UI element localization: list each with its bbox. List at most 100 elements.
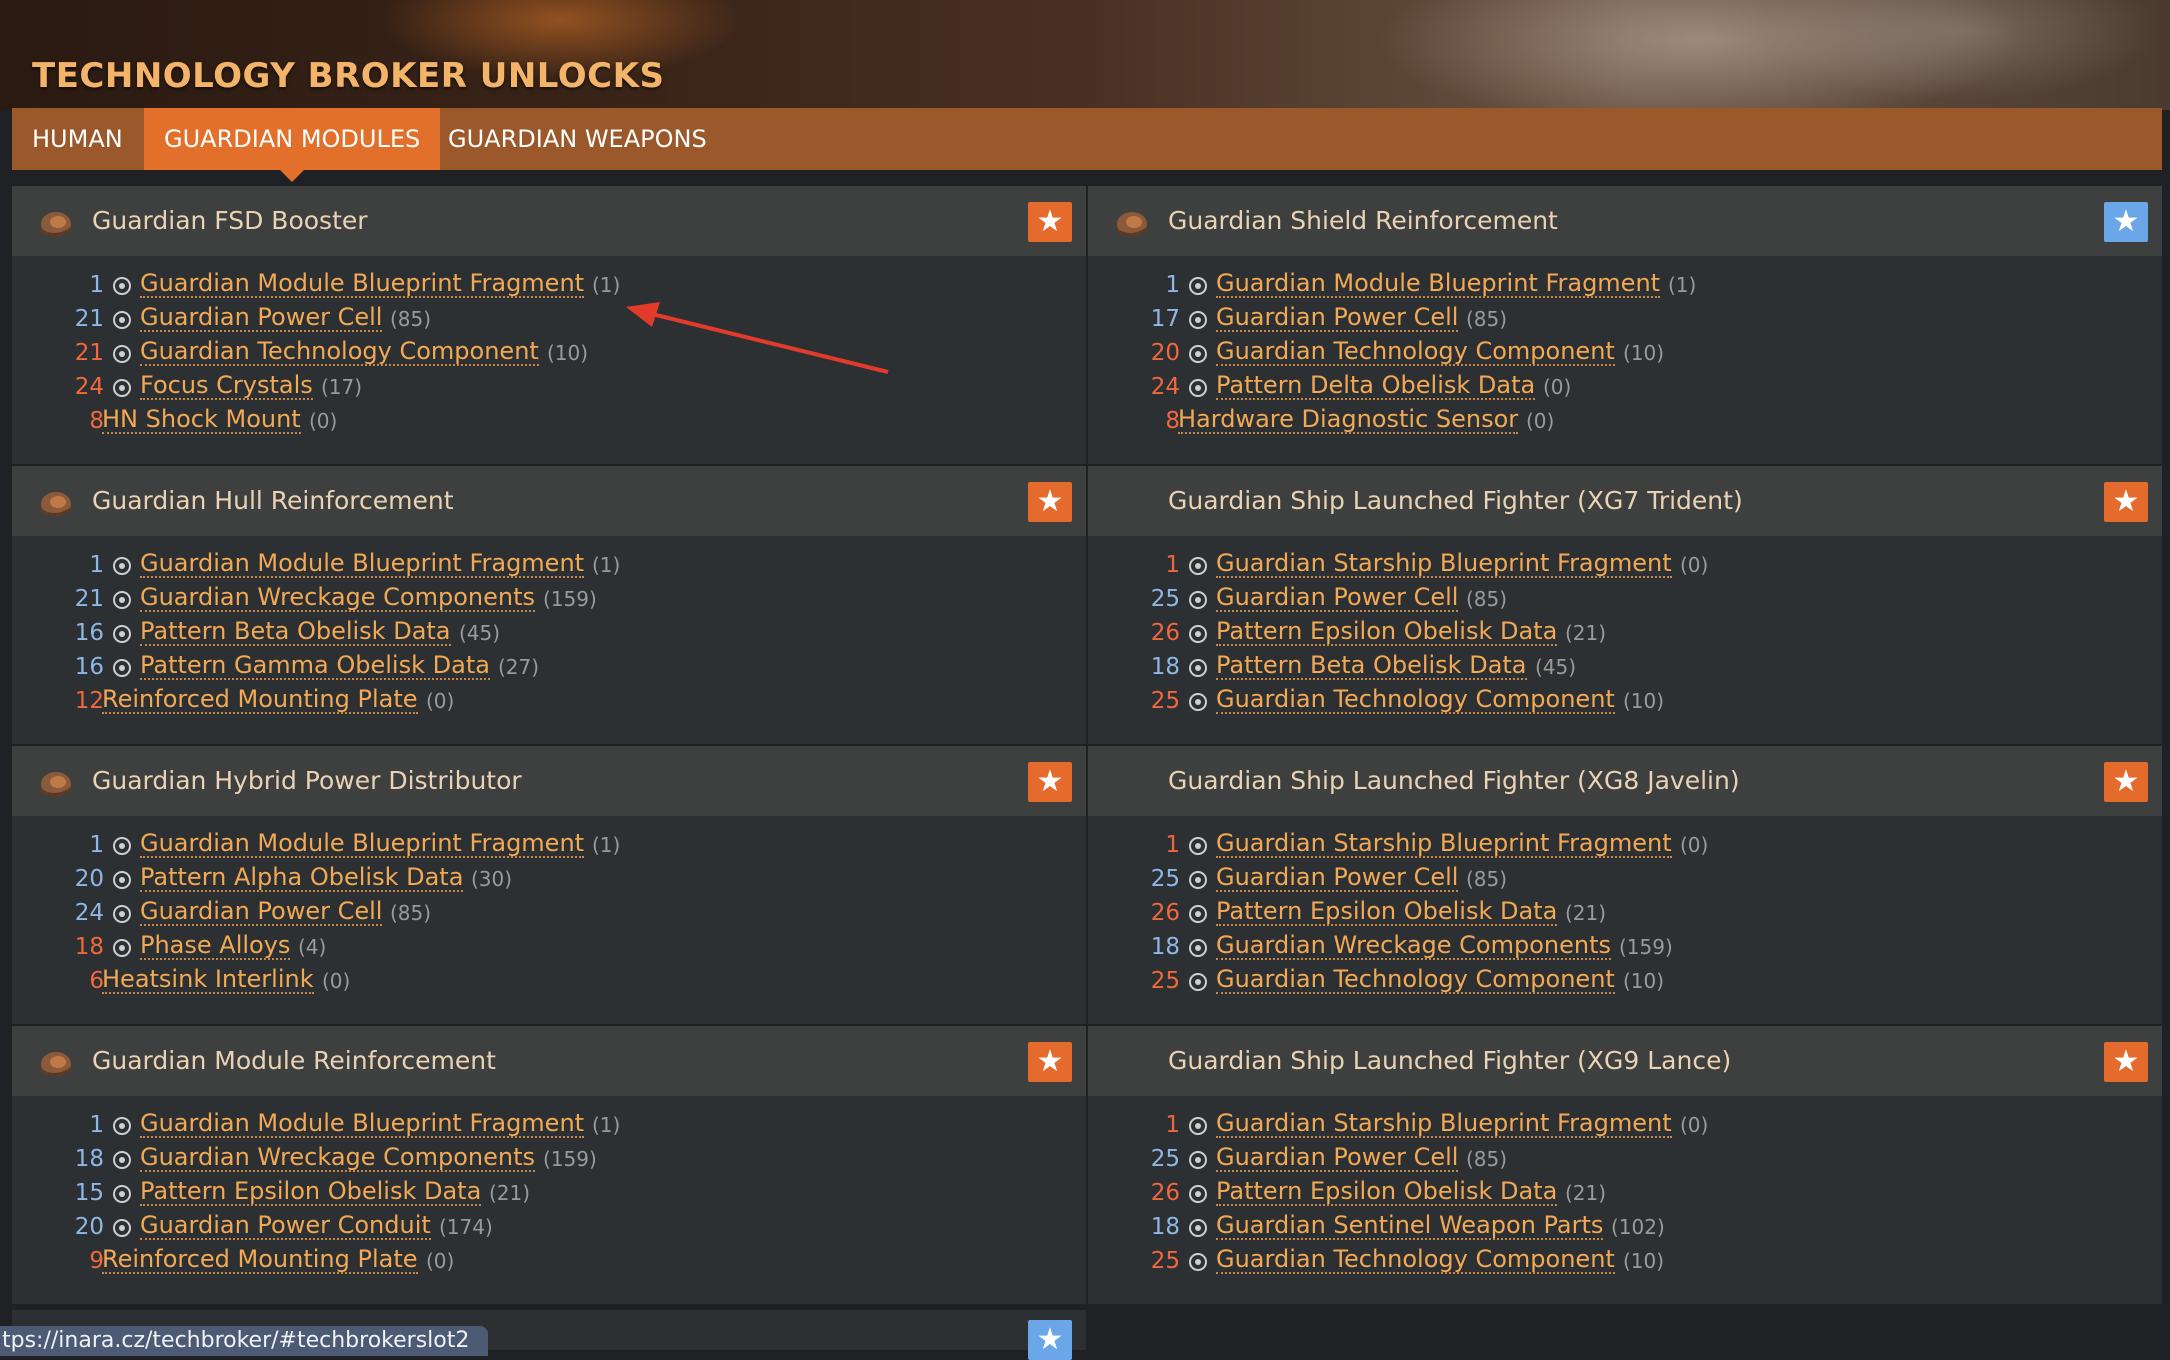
material-owned-count: (1): [592, 1113, 621, 1137]
material-name: Guardian Starship Blueprint Fragment: [1216, 829, 1672, 857]
material-link[interactable]: Pattern Epsilon Obelisk Data: [1216, 1178, 1558, 1206]
material-link[interactable]: Guardian Wreckage Components: [140, 1143, 536, 1172]
material-name: Pattern Epsilon Obelisk Data: [140, 1177, 482, 1205]
material-link[interactable]: Guardian Power Cell: [140, 897, 383, 926]
material-link[interactable]: Guardian Module Blueprint Fragment: [140, 1110, 585, 1138]
material-link[interactable]: Guardian Starship Blueprint Fragment: [1216, 1110, 1672, 1138]
material-link[interactable]: Pattern Beta Obelisk Data: [140, 618, 451, 646]
material-name: Guardian Power Cell: [140, 897, 383, 925]
material-quantity: 8: [89, 408, 104, 434]
obelisk-data-icon: [113, 871, 131, 889]
material-link[interactable]: Guardian Wreckage Components: [140, 584, 536, 612]
material-link[interactable]: Guardian Starship Blueprint Fragment: [1216, 550, 1672, 578]
material-quantity: 25: [1150, 968, 1180, 994]
material-quantity: 16: [74, 654, 104, 680]
material-link[interactable]: Reinforced Mounting Plate: [102, 686, 418, 714]
favorite-star-button[interactable]: ★: [2104, 482, 2148, 522]
material-quantity: 21: [74, 340, 104, 366]
material-link[interactable]: Guardian Module Blueprint Fragment: [140, 270, 585, 298]
tab-guardian-weapons[interactable]: GUARDIAN WEAPONS: [428, 108, 727, 170]
material-link[interactable]: Focus Crystals: [140, 372, 313, 400]
material-owned-count: (4): [298, 935, 327, 959]
favorite-star-button[interactable]: ★: [1028, 482, 1072, 522]
material-quantity: 9: [89, 1248, 104, 1274]
material-quantity: 20: [74, 1214, 104, 1240]
guardian-cell-icon: [1189, 311, 1207, 329]
favorite-star-button[interactable]: ★: [2104, 762, 2148, 802]
favorite-star-button[interactable]: ★: [1028, 1042, 1072, 1082]
material-name: Guardian Power Cell: [1216, 1143, 1459, 1171]
material-link[interactable]: Guardian Module Blueprint Fragment: [1216, 270, 1661, 298]
material-link[interactable]: Guardian Starship Blueprint Fragment: [1216, 830, 1672, 858]
material-link[interactable]: Guardian Sentinel Weapon Parts: [1216, 1212, 1604, 1240]
material-quantity: 25: [1150, 586, 1180, 612]
guardian-fragment-icon: [113, 1117, 131, 1135]
material-link[interactable]: Hardware Diagnostic Sensor: [1178, 405, 1519, 434]
obelisk-data-icon: [113, 1185, 131, 1203]
material-link[interactable]: Guardian Power Cell: [140, 304, 383, 332]
material-link[interactable]: Guardian Technology Component: [1216, 686, 1615, 714]
material-quantity: 24: [74, 374, 104, 400]
panel-header: Guardian Hull Reinforcement ★: [12, 466, 1086, 536]
material-name: Heatsink Interlink: [102, 965, 314, 993]
material-link[interactable]: Guardian Technology Component: [1216, 1246, 1615, 1274]
guardian-weapon-parts-icon: [1189, 1219, 1207, 1237]
panel-title: Guardian Hull Reinforcement: [92, 486, 454, 515]
material-quantity: 1: [89, 272, 104, 298]
obelisk-data-icon: [1189, 625, 1207, 643]
panel-header: Guardian Ship Launched Fighter (XG7 Trid…: [1088, 466, 2162, 536]
material-link[interactable]: Pattern Beta Obelisk Data: [1216, 652, 1527, 680]
material-link[interactable]: Guardian Technology Component: [140, 338, 539, 366]
favorite-star-button[interactable]: ★: [1028, 202, 1072, 242]
material-link[interactable]: Guardian Power Cell: [1216, 584, 1459, 612]
material-link[interactable]: Guardian Technology Component: [1216, 966, 1615, 994]
page-title: TECHNOLOGY BROKER UNLOCKS: [32, 56, 665, 96]
tab-human[interactable]: HUMAN: [12, 108, 143, 170]
material-link[interactable]: Guardian Technology Component: [1216, 338, 1615, 366]
material-name: Hardware Diagnostic Sensor: [1178, 405, 1519, 433]
guardian-fragment-icon: [113, 837, 131, 855]
material-name: Guardian Starship Blueprint Fragment: [1216, 549, 1672, 577]
material-link[interactable]: Guardian Module Blueprint Fragment: [140, 830, 585, 858]
material-link[interactable]: Guardian Power Cell: [1216, 1143, 1459, 1172]
material-link[interactable]: Guardian Power Conduit: [140, 1212, 431, 1240]
guardian-wreckage-icon: [113, 1151, 131, 1169]
material-owned-count: (174): [439, 1215, 493, 1239]
unlock-panel: Guardian Module Reinforcement ★ 1 Guardia…: [12, 1026, 1086, 1304]
material-link[interactable]: Pattern Gamma Obelisk Data: [140, 652, 490, 680]
material-quantity: 25: [1150, 1248, 1180, 1274]
material-link[interactable]: Phase Alloys: [140, 932, 291, 960]
material-quantity: 20: [74, 866, 104, 892]
material-link[interactable]: Guardian Wreckage Components: [1216, 932, 1612, 960]
guardian-wreckage-icon: [1189, 939, 1207, 957]
material-link[interactable]: Guardian Power Cell: [1216, 864, 1459, 892]
material-quantity: 1: [1165, 552, 1180, 578]
material-link[interactable]: Pattern Delta Obelisk Data: [1216, 372, 1536, 400]
material-owned-count: (0): [426, 1249, 455, 1273]
material-name: Guardian Wreckage Components: [140, 1143, 536, 1171]
material-name: Pattern Gamma Obelisk Data: [140, 651, 490, 679]
guardian-fragment-icon: [113, 557, 131, 575]
favorite-star-button[interactable]: ★: [2104, 1042, 2148, 1082]
material-link[interactable]: Pattern Epsilon Obelisk Data: [1216, 898, 1558, 926]
favorite-star-button[interactable]: ★: [1028, 1320, 1072, 1360]
favorite-star-button[interactable]: ★: [2104, 202, 2148, 242]
material-owned-count: (45): [1535, 655, 1577, 679]
material-link[interactable]: Pattern Epsilon Obelisk Data: [140, 1177, 482, 1206]
unlock-panel: Guardian Hull Reinforcement ★ 1 Guardian …: [12, 466, 1086, 744]
guardian-tech-icon: [1189, 345, 1207, 363]
favorite-star-button[interactable]: ★: [1028, 762, 1072, 802]
material-link[interactable]: Guardian Module Blueprint Fragment: [140, 550, 585, 578]
material-link[interactable]: Guardian Power Cell: [1216, 304, 1459, 332]
material-name: Reinforced Mounting Plate: [102, 685, 418, 713]
material-link[interactable]: HN Shock Mount: [102, 406, 301, 434]
material-owned-count: (1): [592, 273, 621, 297]
material-link[interactable]: Reinforced Mounting Plate: [102, 1246, 418, 1274]
unlock-panel: Guardian Ship Launched Fighter (XG8 Jave…: [1088, 746, 2162, 1024]
guardian-tech-icon: [1189, 693, 1207, 711]
material-link[interactable]: Heatsink Interlink: [102, 966, 314, 994]
material-link[interactable]: Pattern Alpha Obelisk Data: [140, 864, 464, 892]
material-link[interactable]: Pattern Epsilon Obelisk Data: [1216, 618, 1558, 646]
material-owned-count: (0): [1680, 553, 1709, 577]
tab-guardian-modules[interactable]: GUARDIAN MODULES: [144, 108, 441, 182]
